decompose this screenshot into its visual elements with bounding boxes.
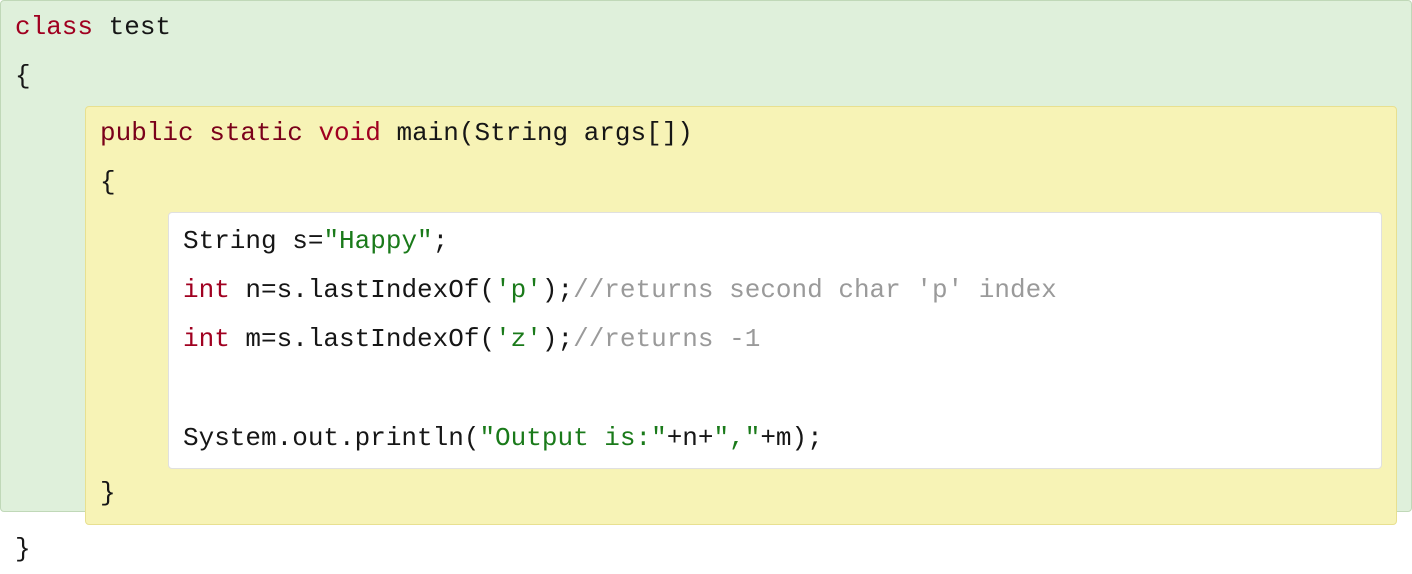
class-name-text: test — [93, 12, 171, 42]
char-literal: 'p' — [495, 275, 542, 305]
method-open-brace: { — [100, 158, 1382, 207]
method-name-and-params: main(String args[]) — [381, 118, 693, 148]
code-line-2: int n=s.lastIndexOf('p');//returns secon… — [183, 266, 1367, 315]
keyword-int: int — [183, 275, 230, 305]
class-open-brace: { — [15, 52, 1397, 101]
string-literal: "Happy" — [323, 226, 432, 256]
keyword-public: public — [100, 118, 194, 148]
keyword-static: static — [194, 118, 303, 148]
class-block: class test { public static void main(Str… — [0, 0, 1412, 512]
string-literal: "," — [714, 423, 761, 453]
code-line-3: int m=s.lastIndexOf('z');//returns -1 — [183, 315, 1367, 364]
char-literal: 'z' — [495, 324, 542, 354]
class-close-brace: } — [15, 525, 1397, 574]
method-block: public static void main(String args[]) {… — [85, 106, 1397, 525]
comment-text: //returns -1 — [573, 324, 760, 354]
method-signature: public static void main(String args[]) — [100, 109, 1382, 158]
code-line-1: String s="Happy"; — [183, 217, 1367, 266]
code-line-blank — [183, 365, 1367, 414]
code-line-5: System.out.println("Output is:"+n+","+m)… — [183, 414, 1367, 463]
keyword-int: int — [183, 324, 230, 354]
keyword-class: class — [15, 12, 93, 42]
string-literal: "Output is:" — [479, 423, 666, 453]
method-close-brace: } — [100, 469, 1382, 518]
class-declaration: class test — [15, 3, 1397, 52]
method-body: String s="Happy"; int n=s.lastIndexOf('p… — [168, 212, 1382, 469]
comment-text: //returns second char 'p' index — [573, 275, 1057, 305]
keyword-void: void — [303, 118, 381, 148]
